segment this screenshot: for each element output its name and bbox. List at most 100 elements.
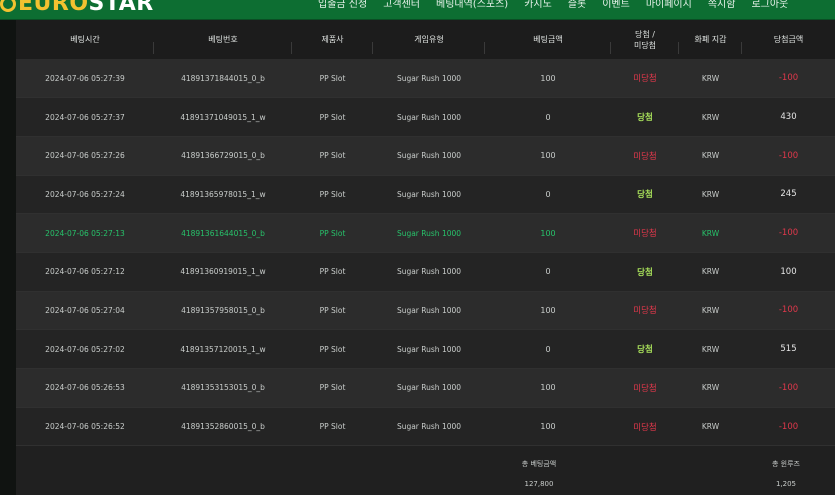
currency-cell: KRW (701, 344, 720, 354)
result-cell: 미당첨 (633, 383, 657, 394)
table-row[interactable]: 2024-07-06 05:27:26 41891366729015_0_b PP … (16, 136, 835, 176)
nav-item[interactable]: 마이페이지 (646, 0, 692, 10)
currency-cell: KRW (701, 112, 720, 122)
provider-cell: PP Slot (319, 73, 346, 83)
table-row[interactable]: 2024-07-06 05:27:02 41891357120015_1_w PP … (16, 329, 835, 369)
table-row[interactable]: 2024-07-06 05:27:12 41891360919015_1_w PP … (16, 252, 835, 292)
top-navigation-bar: EURO STAR 입출금 신청 고객센터 베팅내역(스포츠) 카지노 슬롯 이벤트 마이페이… (0, 0, 835, 20)
brand-logo[interactable]: EURO STAR (0, 0, 154, 16)
bet-amount-cell: 100 (540, 422, 556, 432)
header-payout: 당첨금액 (742, 20, 835, 59)
table-row[interactable]: 2024-07-06 05:27:37 41891371049015_1_w PP … (16, 97, 835, 137)
result-cell: 당첨 (637, 190, 653, 201)
result-cell: 미당첨 (633, 306, 657, 317)
nav-item[interactable]: 슬롯 (568, 0, 586, 10)
provider-cell: PP Slot (319, 344, 346, 354)
header-result-label: 당첨 / 미당첨 (633, 29, 657, 50)
header-bet-number: 베팅번호 (154, 20, 292, 59)
payout-cell: 245 (780, 189, 797, 200)
bet-time-cell: 2024-07-06 05:27:12 (45, 267, 125, 277)
bet-number-cell: 41891352860015_0_b (181, 422, 265, 432)
game-type-cell: Sugar Rush 1000 (396, 73, 462, 83)
currency-cell: KRW (701, 189, 720, 199)
result-cell: 당첨 (637, 345, 653, 356)
game-type-cell: Sugar Rush 1000 (396, 383, 462, 393)
bet-amount-cell: 100 (540, 383, 556, 393)
table-row[interactable]: 2024-07-06 05:27:13 41891361644015_0_b PP … (16, 213, 835, 253)
nav-item[interactable]: 입출금 신청 (318, 0, 367, 10)
bet-number-cell: 41891361644015_0_b (181, 228, 265, 238)
table-row[interactable]: 2024-07-06 05:27:04 41891357958015_0_b PP … (16, 291, 835, 330)
payout-cell: 515 (780, 344, 797, 355)
table-body: 2024-07-06 05:27:39 41891371844015_0_b PP … (16, 59, 835, 446)
table-row[interactable]: 2024-07-06 05:26:53 41891353153015_0_b PP … (16, 368, 835, 408)
logo-text-star: STAR (88, 0, 154, 16)
currency-cell: KRW (701, 305, 720, 315)
bet-number-cell: 41891366729015_0_b (181, 151, 265, 161)
bet-time-cell: 2024-07-06 05:27:39 (45, 73, 125, 83)
betting-history-panel: 베팅시간 베팅번호 제품사 게임유형 베팅금액 당첨 / 미당첨 화폐 지갑 당첨금액 202… (16, 20, 835, 495)
currency-cell: KRW (701, 73, 720, 83)
provider-cell: PP Slot (319, 305, 346, 315)
game-type-cell: Sugar Rush 1000 (396, 151, 462, 161)
bet-time-cell: 2024-07-06 05:27:13 (45, 228, 125, 238)
table-row[interactable]: 2024-07-06 05:26:52 41891352860015_0_b PP … (16, 407, 835, 446)
game-type-cell: Sugar Rush 1000 (396, 267, 462, 277)
bet-amount-cell: 100 (540, 228, 556, 238)
provider-cell: PP Slot (319, 112, 346, 122)
provider-cell: PP Slot (319, 422, 346, 432)
payout-cell: 430 (780, 112, 797, 123)
header-game-type: 게임유형 (373, 20, 485, 59)
nav-item[interactable]: 고객센터 (383, 0, 420, 10)
table-header-row: 베팅시간 베팅번호 제품사 게임유형 베팅금액 당첨 / 미당첨 화폐 지갑 당첨금액 (16, 20, 835, 59)
table-row[interactable]: 2024-07-06 05:27:39 41891371844015_0_b PP … (16, 59, 835, 98)
nav-item[interactable]: 이벤트 (602, 0, 630, 10)
nav-item[interactable]: 쪽지함 (708, 0, 736, 10)
bet-number-cell: 41891357958015_0_b (181, 305, 265, 315)
bet-number-cell: 41891357120015_1_w (180, 344, 266, 354)
result-cell: 미당첨 (633, 74, 657, 85)
bet-time-cell: 2024-07-06 05:27:02 (45, 344, 125, 354)
provider-cell: PP Slot (319, 151, 346, 161)
payout-cell: -100 (778, 73, 799, 84)
provider-cell: PP Slot (319, 189, 346, 199)
payout-cell: 100 (780, 266, 797, 277)
header-result: 당첨 / 미당첨 (611, 20, 679, 59)
bet-time-cell: 2024-07-06 05:27:24 (45, 189, 125, 199)
table-row[interactable]: 2024-07-06 05:27:24 41891365978015_1_w PP … (16, 175, 835, 214)
header-currency: 화폐 지갑 (679, 20, 742, 59)
provider-cell: PP Slot (319, 228, 346, 238)
result-cell: 미당첨 (633, 229, 657, 240)
provider-cell: PP Slot (319, 383, 346, 393)
bet-amount-cell: 0 (545, 189, 551, 199)
header-bet-time-label: 베팅시간 (70, 35, 100, 44)
bet-amount-cell: 100 (540, 151, 556, 161)
payout-cell: -100 (778, 150, 799, 161)
payout-cell: -100 (778, 382, 799, 393)
header-bet-time: 베팅시간 (16, 20, 154, 59)
header-provider: 제품사 (292, 20, 373, 59)
nav-item[interactable]: 카지노 (524, 0, 552, 10)
game-type-cell: Sugar Rush 1000 (396, 228, 462, 238)
logo-ring-icon (0, 0, 16, 12)
result-cell: 당첨 (637, 113, 653, 124)
bet-number-cell: 41891365978015_1_w (180, 189, 266, 199)
currency-cell: KRW (701, 151, 720, 161)
header-bet-amount: 베팅금액 (485, 20, 611, 59)
bet-number-cell: 41891371049015_1_w (180, 112, 266, 122)
currency-cell: KRW (701, 383, 720, 393)
header-currency-label: 화폐 지갑 (694, 35, 727, 44)
nav-item[interactable]: 베팅내역(스포츠) (436, 0, 508, 10)
betting-history-table: 베팅시간 베팅번호 제품사 게임유형 베팅금액 당첨 / 미당첨 화폐 지갑 당첨금액 202… (16, 20, 835, 446)
nav-item[interactable]: 로그아웃 (751, 0, 788, 10)
header-bet-amount-label: 베팅금액 (533, 35, 563, 44)
bet-amount-cell: 100 (540, 305, 556, 315)
result-cell: 미당첨 (633, 422, 657, 433)
bet-amount-cell: 0 (545, 267, 551, 277)
bet-time-cell: 2024-07-06 05:27:37 (45, 112, 125, 122)
header-game-type-label: 게임유형 (414, 35, 444, 44)
payout-cell: -100 (778, 421, 799, 432)
main-menu: 입출금 신청 고객센터 베팅내역(스포츠) 카지노 슬롯 이벤트 마이페이지 쪽지함 로그아웃 (318, 0, 788, 10)
payout-cell: -100 (778, 228, 799, 239)
bet-number-cell: 41891353153015_0_b (181, 383, 265, 393)
